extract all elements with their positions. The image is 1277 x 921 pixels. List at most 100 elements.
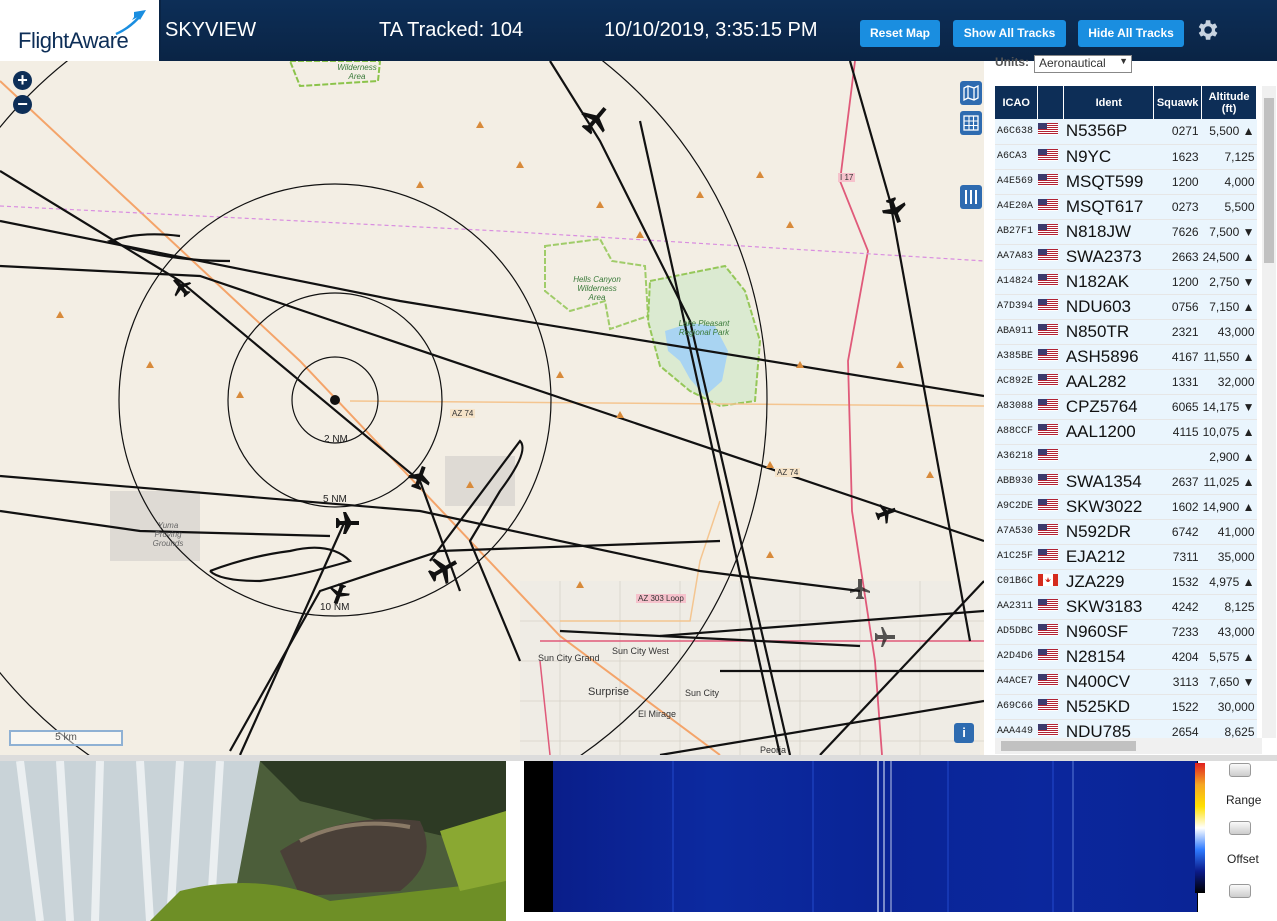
us-flag-icon (1037, 169, 1064, 195)
icao-cell: A7D394 (995, 294, 1038, 320)
altitude-cell: 7,125 (1201, 144, 1257, 170)
table-row[interactable]: C01B6C JZA229 1532 4,975 ▲ (995, 569, 1257, 595)
ident-cell: N28154 (1063, 644, 1154, 670)
spectrogram-display (553, 761, 1197, 912)
table-row[interactable]: A385BE ASH5896 4167 11,550 ▲ (995, 344, 1257, 370)
table-row[interactable]: A6C638 N5356P 0271 5,500 ▲ (995, 119, 1257, 145)
squawk-cell: 4242 (1153, 594, 1202, 620)
table-row[interactable]: A69C66 N525KD 1522 30,000 (995, 694, 1257, 720)
ident-cell: NDU603 (1063, 294, 1154, 320)
altitude-cell: 43,000 (1201, 319, 1257, 345)
info-button[interactable]: i (954, 723, 974, 743)
tracked-count: TA Tracked: 104 (379, 19, 524, 41)
squawk-cell: 6065 (1153, 394, 1202, 420)
scrollbar-thumb[interactable] (1264, 98, 1274, 263)
gear-icon[interactable] (1194, 17, 1220, 43)
table-row[interactable]: A1C25F EJA212 7311 35,000 (995, 544, 1257, 570)
grid-toggle-icon[interactable] (960, 111, 982, 135)
table-row[interactable]: A2D4D6 N28154 4204 5,575 ▲ (995, 644, 1257, 670)
table-row[interactable]: A88CCF AAL1200 4115 10,075 ▲ (995, 419, 1257, 445)
us-flag-icon (1037, 469, 1064, 495)
altitude-cell: 7,150 ▲ (1201, 294, 1257, 320)
altitude-cell: 2,900 ▲ (1201, 444, 1257, 470)
columns-toggle-icon[interactable] (960, 185, 982, 209)
map-canvas (0, 61, 984, 755)
table-row[interactable]: A9C2DE SKW3022 1602 14,900 ▲ (995, 494, 1257, 520)
altitude-cell: 7,500 ▼ (1201, 219, 1257, 245)
road-label: AZ 74 (450, 409, 476, 418)
chevron-down-icon: ▼ (1119, 56, 1128, 66)
table-row[interactable]: A6CA3 N9YC 1623 7,125 (995, 144, 1257, 170)
table-row[interactable]: A4ACE7 N400CV 3113 7,650 ▼ (995, 669, 1257, 695)
squawk-cell: 1200 (1153, 169, 1202, 195)
icao-cell: A14824 (995, 269, 1038, 295)
icao-cell: A385BE (995, 344, 1038, 370)
column-header-altitude[interactable]: Altitude (ft) (1201, 86, 1257, 119)
us-flag-icon (1037, 494, 1064, 520)
hide-all-tracks-button[interactable]: Hide All Tracks (1078, 20, 1184, 47)
icao-cell: AC892E (995, 369, 1038, 395)
zoom-out-button[interactable]: − (13, 95, 32, 114)
altitude-cell: 11,550 ▲ (1201, 344, 1257, 370)
flightaware-logo[interactable]: FlightAware (0, 0, 161, 61)
table-row[interactable]: A4E569 MSQT599 1200 4,000 (995, 169, 1257, 195)
icao-cell: AA2311 (995, 594, 1038, 620)
altitude-cell: 30,000 (1201, 694, 1257, 720)
table-row[interactable]: A14824 N182AK 1200 2,750 ▼ (995, 269, 1257, 295)
place-label: Sun City West (612, 646, 669, 656)
ident-cell: N9YC (1063, 144, 1154, 170)
column-header-flag[interactable] (1037, 86, 1065, 119)
table-horizontal-scrollbar[interactable] (995, 738, 1262, 754)
aircraft-table: ICAO Ident Squawk Altitude (ft) A6C638 N5… (995, 86, 1257, 745)
ident-cell: AAL282 (1063, 369, 1154, 395)
altitude-cell: 5,575 ▲ (1201, 644, 1257, 670)
table-vertical-scrollbar[interactable] (1262, 86, 1276, 738)
ident-cell: ASH5896 (1063, 344, 1154, 370)
icao-cell: A6CA3 (995, 144, 1038, 170)
reset-map-button[interactable]: Reset Map (860, 20, 940, 47)
icao-cell: AB27F1 (995, 219, 1038, 245)
map-layer-icon[interactable] (960, 81, 982, 105)
zoom-in-button[interactable]: + (13, 71, 32, 90)
table-row[interactable]: AB27F1 N818JW 7626 7,500 ▼ (995, 219, 1257, 245)
units-dropdown[interactable]: Aeronautical ▼ (1034, 55, 1132, 73)
us-flag-icon (1037, 694, 1064, 720)
altitude-cell: 4,975 ▲ (1201, 569, 1257, 595)
table-row[interactable]: AA7A83 SWA2373 2663 24,500 ▲ (995, 244, 1257, 270)
road-label: AZ 303 Loop (636, 594, 686, 603)
ident-cell: SWA1354 (1063, 469, 1154, 495)
table-row[interactable]: ABB930 SWA1354 2637 11,025 ▲ (995, 469, 1257, 495)
ident-cell: N525KD (1063, 694, 1154, 720)
icao-cell: A2D4D6 (995, 644, 1038, 670)
offset-slider-handle[interactable] (1229, 884, 1251, 898)
table-row[interactable]: A7A530 N592DR 6742 41,000 (995, 519, 1257, 545)
table-row[interactable]: A83088 CPZ5764 6065 14,175 ▼ (995, 394, 1257, 420)
column-header-icao[interactable]: ICAO (995, 86, 1039, 119)
scale-bar: 5 km (9, 730, 123, 746)
table-row[interactable]: ABA911 N850TR 2321 43,000 (995, 319, 1257, 345)
us-flag-icon (1037, 344, 1064, 370)
table-row[interactable]: A4E20A MSQT617 0273 5,500 (995, 194, 1257, 220)
show-all-tracks-button[interactable]: Show All Tracks (953, 20, 1066, 47)
column-header-squawk[interactable]: Squawk (1153, 86, 1203, 119)
range-slider-top-handle[interactable] (1229, 763, 1251, 777)
us-flag-icon (1037, 294, 1064, 320)
ident-cell: AAL1200 (1063, 419, 1154, 445)
table-row[interactable]: AC892E AAL282 1331 32,000 (995, 369, 1257, 395)
table-row[interactable]: A36218 2,900 ▲ (995, 444, 1257, 470)
spectrogram-signals (672, 761, 1074, 912)
spectrogram-colorbar (1195, 763, 1205, 893)
table-row[interactable]: A7D394 NDU603 0756 7,150 ▲ (995, 294, 1257, 320)
ident-cell: N592DR (1063, 519, 1154, 545)
place-label: Wilderness Area (337, 63, 377, 81)
us-flag-icon (1037, 444, 1064, 470)
column-header-ident[interactable]: Ident (1063, 86, 1155, 119)
table-row[interactable]: AA2311 SKW3183 4242 8,125 (995, 594, 1257, 620)
us-flag-icon (1037, 594, 1064, 620)
scrollbar-thumb[interactable] (1001, 741, 1136, 751)
range-slider-handle[interactable] (1229, 821, 1251, 835)
map-view[interactable]: 2 NM 5 NM 10 NM Wilderness Area Hells Ca… (0, 61, 984, 755)
squawk-cell: 0273 (1153, 194, 1202, 220)
squawk-cell: 0271 (1153, 119, 1202, 145)
table-row[interactable]: AD5DBC N960SF 7233 43,000 (995, 619, 1257, 645)
